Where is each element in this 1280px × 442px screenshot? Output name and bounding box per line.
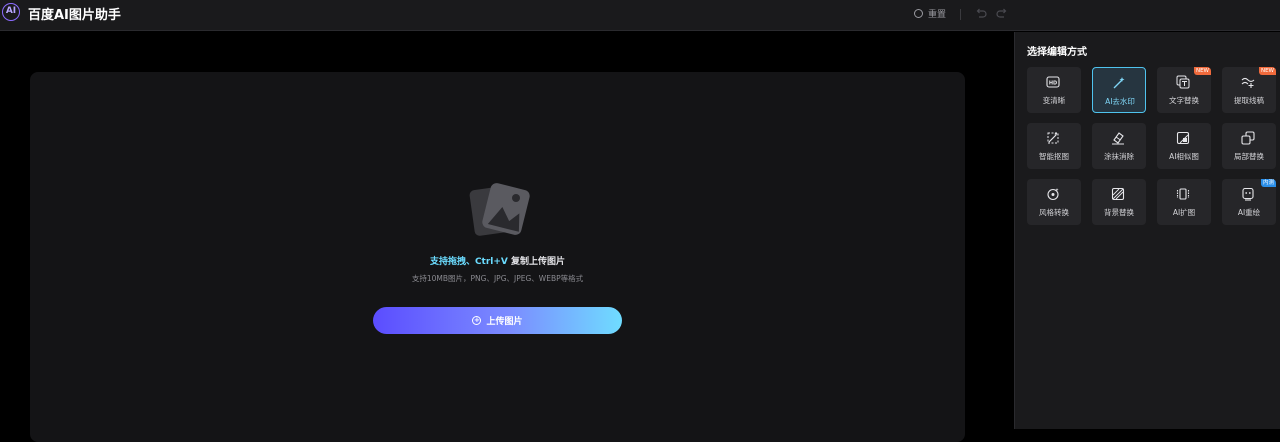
tool-text-replace[interactable]: 文字替换 NEW [1157, 67, 1211, 113]
redo-icon[interactable] [996, 7, 1008, 19]
reset-icon [914, 9, 923, 18]
tool-ai-expand[interactable]: AI扩图 [1157, 179, 1211, 225]
upload-hint: 支持拖拽、Ctrl+V 复制上传图片 [30, 254, 965, 267]
edit-mode-panel: 选择编辑方式 HD 变清晰 AI去水印 文字替换 NEW 提取线稿 NEW 智能… [1014, 32, 1280, 429]
tool-ai-redraw[interactable]: AI重绘 内测 [1222, 179, 1276, 225]
tool-label: 风格转换 [1039, 208, 1069, 217]
tool-background-replace[interactable]: 背景替换 [1092, 179, 1146, 225]
panel-title: 选择编辑方式 [1027, 47, 1087, 58]
tool-label: 提取线稿 [1234, 96, 1264, 105]
plus-circle-icon: + [472, 316, 482, 325]
text-replace-icon [1176, 75, 1190, 89]
upload-image-button[interactable]: + 上传图片 [373, 307, 622, 334]
toolbar-divider [960, 9, 961, 20]
tool-style-transfer[interactable]: 风格转换 [1027, 179, 1081, 225]
cutout-icon [1047, 132, 1059, 144]
app-logo-icon: AI [2, 3, 20, 21]
hd-icon: HD [1046, 76, 1060, 88]
tool-enhance-clarity[interactable]: HD 变清晰 [1027, 67, 1081, 113]
style-transfer-icon [1047, 188, 1059, 201]
tool-label: 智能抠图 [1039, 152, 1069, 161]
tool-label: 局部替换 [1234, 152, 1264, 161]
tool-label: 变清晰 [1042, 96, 1066, 105]
tool-label: AI相似图 [1169, 152, 1199, 161]
tool-ai-watermark-removal[interactable]: AI去水印 [1092, 67, 1146, 113]
magic-wand-icon [1113, 77, 1125, 89]
eraser-icon [1112, 132, 1124, 145]
tool-partial-replace[interactable]: 局部替换 [1222, 123, 1276, 169]
tool-ai-similar-image[interactable]: AI相似图 [1157, 123, 1211, 169]
svg-text:HD: HD [1049, 81, 1057, 87]
upload-hint-accent: 支持拖拽、Ctrl+V [429, 257, 508, 267]
new-badge: NEW [1258, 67, 1276, 75]
upload-button-label: 上传图片 [486, 317, 523, 327]
background-replace-icon [1111, 187, 1125, 201]
beta-badge: 内测 [1260, 179, 1276, 187]
tool-label: 文字替换 [1169, 96, 1199, 105]
upload-hint-text: 复制上传图片 [507, 257, 566, 267]
undo-icon[interactable] [975, 7, 987, 19]
expand-icon [1176, 188, 1190, 200]
tool-smear-erase[interactable]: 涂抹消除 [1092, 123, 1146, 169]
partial-replace-icon [1241, 131, 1255, 145]
new-badge: NEW [1193, 67, 1211, 75]
app-title: 百度AI图片助手 [28, 8, 121, 23]
tool-label: AI去水印 [1105, 97, 1135, 106]
canvas-area: 支持拖拽、Ctrl+V 复制上传图片 支持10MB图片，PNG、JPG、JPEG… [0, 32, 1014, 442]
tool-label: 背景替换 [1104, 208, 1134, 217]
tool-smart-cutout[interactable]: 智能抠图 [1027, 123, 1081, 169]
reset-label: 重置 [928, 10, 947, 20]
top-bar: AI 百度AI图片助手 重置 [0, 0, 1280, 31]
photo-placeholder-icon [469, 183, 530, 236]
tool-label: AI重绘 [1237, 208, 1261, 217]
line-art-icon [1241, 77, 1255, 88]
similar-image-icon [1176, 131, 1190, 145]
tool-label: AI扩图 [1172, 208, 1196, 217]
reset-button[interactable]: 重置 [914, 7, 946, 20]
upload-formats-note: 支持10MB图片，PNG、JPG、JPEG、WEBP等格式 [411, 274, 584, 283]
redraw-icon [1242, 187, 1254, 201]
tool-label: 涂抹消除 [1104, 152, 1134, 161]
tool-extract-line-art[interactable]: 提取线稿 NEW [1222, 67, 1276, 113]
upload-drop-zone[interactable]: 支持拖拽、Ctrl+V 复制上传图片 支持10MB图片，PNG、JPG、JPEG… [30, 72, 965, 442]
